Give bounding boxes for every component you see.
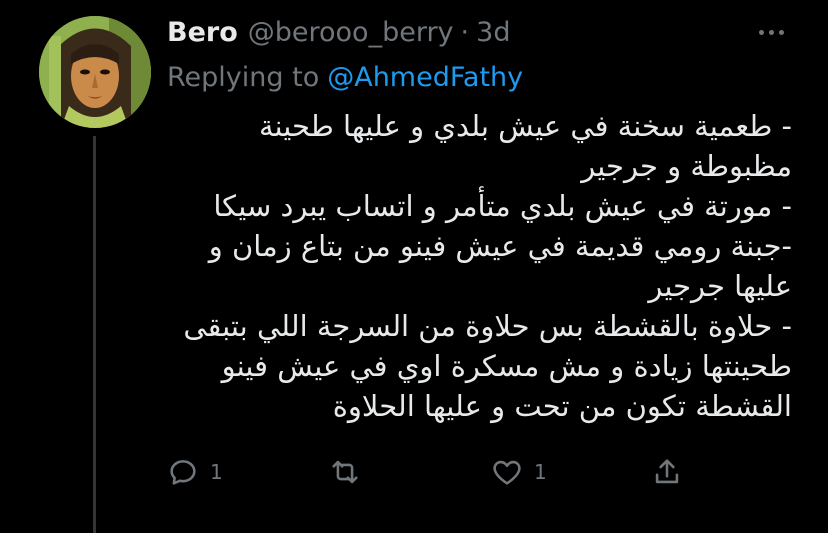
reply-count: 1 [210,460,223,484]
user-handle[interactable]: @berooo_berry [248,17,454,48]
more-options-button[interactable] [748,14,794,50]
separator-dot: · [460,16,470,48]
reply-button[interactable]: 1 [166,450,223,494]
tweet-header: Bero @berooo_berry · 3d [167,14,510,50]
like-count: 1 [534,460,547,484]
share-button[interactable] [650,450,684,494]
retweet-button[interactable] [328,450,372,494]
display-name[interactable]: Bero [167,17,238,48]
mention-link[interactable]: @AhmedFathy [327,62,523,93]
replying-prefix: Replying to [167,61,320,93]
like-button[interactable]: 1 [490,450,547,494]
avatar-image [39,16,151,128]
tweet-text: - طعمية سخنة في عيش بلدي و عليها طحينة م… [183,109,792,423]
share-icon [655,459,679,484]
retweet-icon [332,460,358,484]
tweet-actions: 1 1 [0,450,828,494]
heart-icon [493,460,521,485]
replying-to: Replying to @AhmedFathy [167,58,523,96]
timestamp[interactable]: 3d [476,17,510,48]
more-horizontal-icon [758,29,764,35]
reply-icon [170,460,196,485]
avatar[interactable] [39,16,151,128]
